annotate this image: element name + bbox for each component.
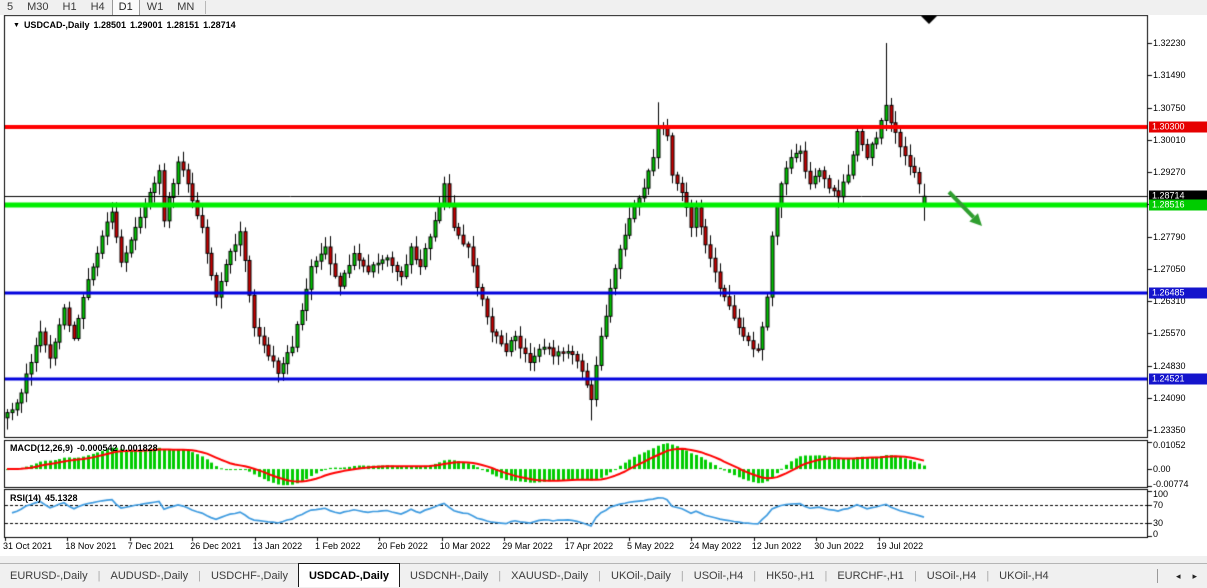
macd-values: -0.000542 0.001828 bbox=[77, 443, 158, 453]
price-axis-label: 1.24830 bbox=[1153, 361, 1186, 371]
chart-tab-usdcaddaily-3[interactable]: USDCAD-,Daily bbox=[298, 563, 400, 587]
chart-high: 1.29001 bbox=[130, 20, 163, 30]
date-axis-label: 30 Jun 2022 bbox=[814, 541, 864, 551]
chart-low: 1.28151 bbox=[167, 20, 200, 30]
chart-tab-hk50h1-8[interactable]: HK50-,H1 bbox=[756, 565, 824, 587]
timeframe-button-h4[interactable]: H4 bbox=[84, 0, 112, 15]
chart-tab-xauusddaily-5[interactable]: XAUUSD-,Daily bbox=[501, 565, 598, 587]
price-axis-label: 1.25570 bbox=[1153, 328, 1186, 338]
chart-tab-usdcnhdaily-4[interactable]: USDCNH-,Daily bbox=[400, 565, 498, 587]
chart-tab-usdchfdaily-2[interactable]: USDCHF-,Daily bbox=[201, 565, 298, 587]
date-axis-label: 7 Dec 2021 bbox=[128, 541, 174, 551]
price-axis-label: 1.29270 bbox=[1153, 167, 1186, 177]
chart-tab-eurchfh1-9[interactable]: EURCHF-,H1 bbox=[827, 565, 914, 587]
date-axis-label: 18 Nov 2021 bbox=[65, 541, 116, 551]
timeframe-toolbar: 5M30H1H4D1W1MN bbox=[0, 0, 1207, 15]
timeframe-button-h1[interactable]: H1 bbox=[56, 0, 84, 15]
chart-tab-usoilh4-10[interactable]: USOil-,H4 bbox=[917, 565, 987, 587]
date-axis-label: 10 Mar 2022 bbox=[440, 541, 491, 551]
date-axis-label: 5 May 2022 bbox=[627, 541, 674, 551]
macd-axis-label: 0.00 bbox=[1153, 464, 1171, 474]
rsi-axis-label: 70 bbox=[1153, 500, 1163, 510]
date-axis-label: 24 May 2022 bbox=[689, 541, 741, 551]
timeframe-button-w1[interactable]: W1 bbox=[140, 0, 171, 15]
chart-tab-ukoildaily-6[interactable]: UKOil-,Daily bbox=[601, 565, 681, 587]
chart-title: ▼ USDCAD-,Daily1.28501 1.29001 1.281511.287… bbox=[13, 20, 240, 30]
tab-scroll-right-icon[interactable]: ▸ bbox=[1192, 571, 1197, 582]
chart-symbol: USDCAD-,Daily bbox=[24, 20, 90, 30]
toolbar-divider bbox=[205, 1, 206, 14]
chart-canvas[interactable] bbox=[0, 0, 1207, 587]
chart-tab-usoilh4-7[interactable]: USOil-,H4 bbox=[684, 565, 754, 587]
chart-tab-ukoilh4-11[interactable]: UKOil-,H4 bbox=[989, 565, 1059, 587]
rsi-axis-label: 0 bbox=[1153, 529, 1158, 539]
rsi-indicator-label: RSI(14) 45.1328 bbox=[10, 493, 82, 503]
resistance-price-tag: 1.30300 bbox=[1149, 122, 1207, 133]
date-axis-label: 13 Jan 2022 bbox=[253, 541, 303, 551]
price-axis-label: 1.27050 bbox=[1153, 264, 1186, 274]
date-axis-label: 29 Mar 2022 bbox=[502, 541, 553, 551]
price-axis-label: 1.30010 bbox=[1153, 135, 1186, 145]
tab-scroll-left-icon[interactable]: ◂ bbox=[1176, 571, 1181, 582]
date-axis-label: 19 Jul 2022 bbox=[877, 541, 924, 551]
timeframe-button-m30[interactable]: M30 bbox=[20, 0, 55, 15]
price-axis-label: 1.30750 bbox=[1153, 103, 1186, 113]
price-axis-label: 1.32230 bbox=[1153, 38, 1186, 48]
price-axis-label: 1.24090 bbox=[1153, 393, 1186, 403]
chart-open: 1.28501 bbox=[93, 20, 126, 30]
tab-scroll-controls: ◂▸ bbox=[1157, 569, 1207, 583]
timeframe-button-mn[interactable]: MN bbox=[170, 0, 201, 15]
rsi-axis-label: 30 bbox=[1153, 518, 1163, 528]
support-price-tag: 1.28516 bbox=[1149, 199, 1207, 210]
chart-tab-bar: EURUSD-,Daily|AUDUSD-,Daily|USDCHF-,Dail… bbox=[0, 563, 1207, 588]
timeframe-button-d1[interactable]: D1 bbox=[112, 0, 140, 15]
rsi-value: 45.1328 bbox=[45, 493, 78, 503]
date-axis-label: 31 Oct 2021 bbox=[3, 541, 52, 551]
chart-expand-icon[interactable]: ▼ bbox=[13, 22, 20, 29]
macd-name: MACD(12,26,9) bbox=[10, 443, 73, 453]
price-axis-label: 1.31490 bbox=[1153, 70, 1186, 80]
blue-level-price-tag-2: 1.24521 bbox=[1149, 373, 1207, 384]
rsi-axis-label: 100 bbox=[1153, 489, 1168, 499]
macd-axis-label: 0.01052 bbox=[1153, 440, 1186, 450]
price-axis-label: 1.27790 bbox=[1153, 232, 1186, 242]
tab-scroll-separator bbox=[1157, 569, 1158, 583]
blue-level-price-tag-1: 1.26485 bbox=[1149, 288, 1207, 299]
macd-indicator-label: MACD(12,26,9) -0.000542 0.001828 bbox=[10, 443, 162, 453]
date-axis-label: 1 Feb 2022 bbox=[315, 541, 361, 551]
bottom-strip bbox=[0, 556, 1207, 563]
macd-axis-label: -0.00774 bbox=[1153, 479, 1189, 489]
chart-close: 1.28714 bbox=[203, 20, 236, 30]
date-axis-label: 26 Dec 2021 bbox=[190, 541, 241, 551]
chart-tab-eurusddaily-0[interactable]: EURUSD-,Daily bbox=[0, 565, 98, 587]
price-axis-label: 1.23350 bbox=[1153, 425, 1186, 435]
date-axis-label: 20 Feb 2022 bbox=[377, 541, 428, 551]
chart-tab-audusddaily-1[interactable]: AUDUSD-,Daily bbox=[100, 565, 198, 587]
rsi-name: RSI(14) bbox=[10, 493, 41, 503]
date-axis-label: 12 Jun 2022 bbox=[752, 541, 802, 551]
date-axis-label: 17 Apr 2022 bbox=[565, 541, 614, 551]
timeframe-button-5[interactable]: 5 bbox=[0, 0, 20, 15]
